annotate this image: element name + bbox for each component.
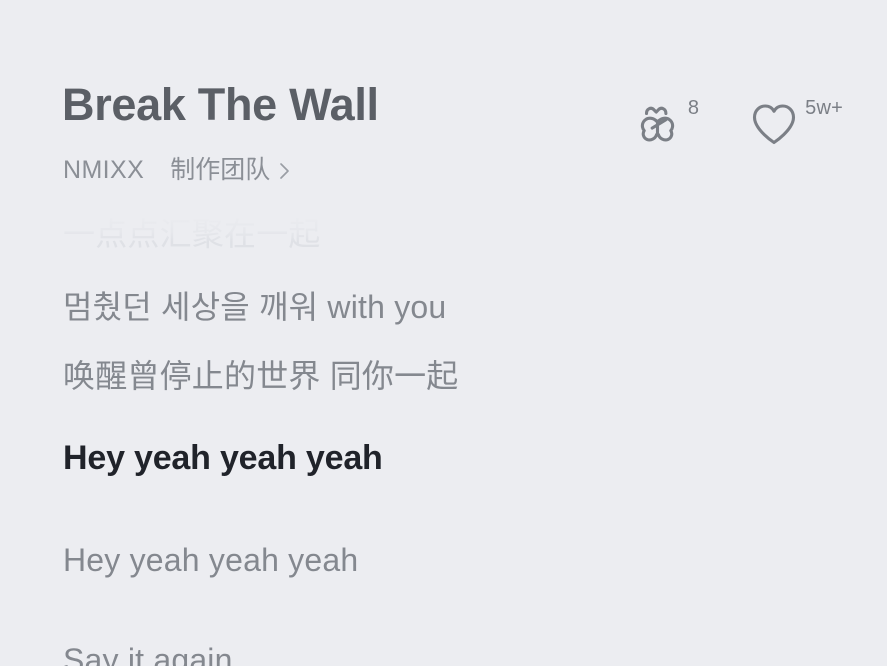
song-header: Break The Wall NMIXX 制作团队 8 5w+ [0, 0, 887, 206]
heart-icon [745, 96, 803, 155]
lyric-line[interactable]: 唤醒曾停止的世界 同你一起 [63, 354, 459, 398]
butterfly-count: 8 [687, 97, 700, 119]
lyric-line[interactable]: 멈췄던 세상을 깨워 with you [63, 285, 446, 329]
lyrics-screen: 一点点汇聚在一起 멈췄던 세상을 깨워 with you 唤醒曾停止的世界 同你… [0, 0, 887, 666]
butterfly-icon [632, 96, 686, 155]
lyric-line[interactable]: Say it again [63, 638, 233, 666]
lyric-line[interactable]: Hey yeah yeah yeah [63, 538, 358, 582]
lyric-line[interactable]: 一点点汇聚在一起 [63, 212, 321, 256]
stat-butterfly[interactable]: 8 [632, 96, 699, 155]
stats-bar: 8 5w+ [632, 96, 843, 155]
artist-name[interactable]: NMIXX [63, 153, 144, 187]
credits-label: 制作团队 [170, 156, 271, 184]
stat-like[interactable]: 5w+ [745, 96, 843, 155]
like-count: 5w+ [805, 97, 843, 119]
song-meta: NMIXX 制作团队 [63, 153, 292, 187]
page-title: Break The Wall [62, 79, 379, 130]
chevron-right-icon [278, 161, 292, 181]
lyric-line-active[interactable]: Hey yeah yeah yeah [63, 436, 383, 480]
credits-link[interactable]: 制作团队 [170, 153, 292, 187]
